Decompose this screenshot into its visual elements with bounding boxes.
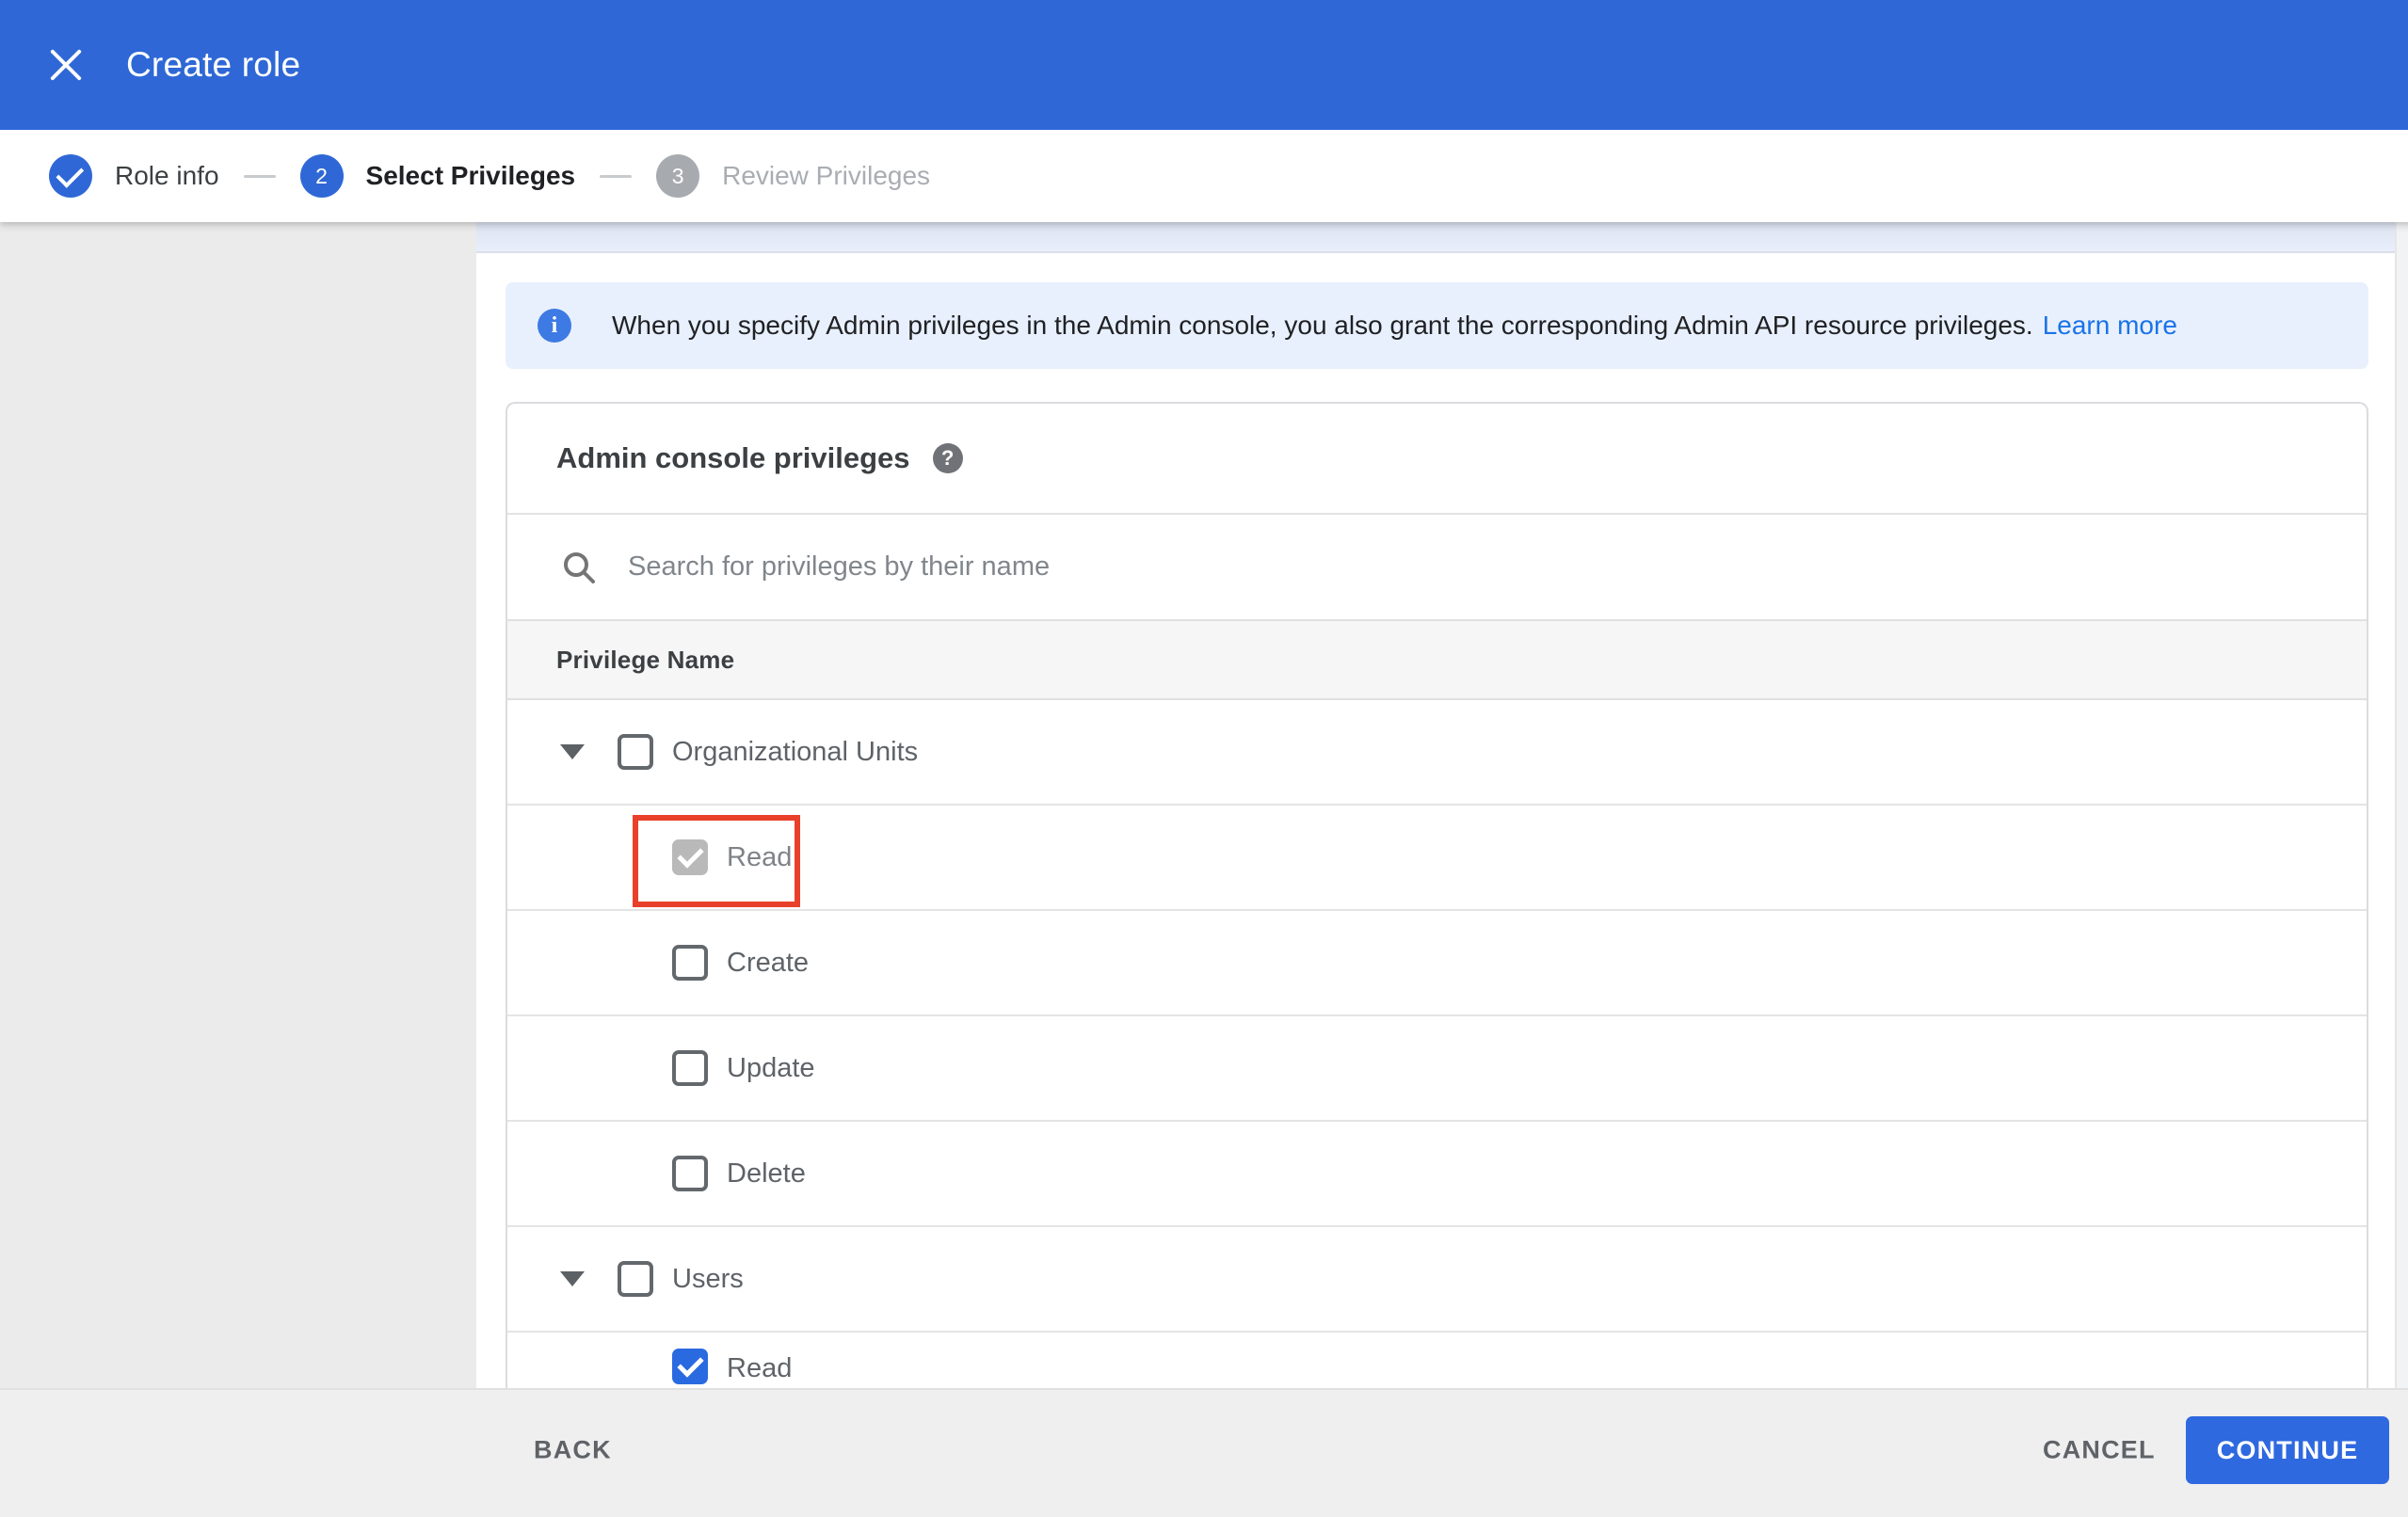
- card-title: Admin console privileges: [556, 441, 910, 474]
- step-role-info[interactable]: Role info: [49, 154, 219, 198]
- step-number-badge: 3: [656, 154, 700, 198]
- privileges-scroll-area: i When you specify Admin privileges in t…: [476, 222, 2408, 1388]
- step-select-privileges[interactable]: 2 Select Privileges: [299, 154, 576, 198]
- check-icon: [677, 841, 704, 869]
- info-banner-text: When you specify Admin privileges in the…: [612, 311, 2177, 340]
- step-review-privileges[interactable]: 3 Review Privileges: [656, 154, 930, 198]
- table-header-row: Privilege Name: [507, 619, 2367, 700]
- step-label: Role info: [115, 161, 219, 190]
- dialog-header: Create role: [0, 0, 2408, 130]
- checkbox-delete[interactable]: [672, 1156, 708, 1191]
- checkbox-update[interactable]: [672, 1050, 708, 1086]
- step-label: Review Privileges: [722, 161, 931, 190]
- step-number-badge: 2: [299, 154, 344, 198]
- step-label: Select Privileges: [365, 161, 576, 190]
- privilege-label: Delete: [727, 1158, 806, 1189]
- scrollbar-track[interactable]: [2395, 222, 2408, 1388]
- search-icon: [564, 551, 595, 583]
- learn-more-link[interactable]: Learn more: [2043, 311, 2177, 340]
- footer-bar: BACK CANCEL CONTINUE: [0, 1388, 2408, 1517]
- info-icon: i: [538, 309, 571, 343]
- privilege-label: Read: [727, 841, 793, 872]
- scrolled-content-sliver: [476, 222, 2408, 253]
- checkbox-read-checked[interactable]: [672, 839, 708, 875]
- table-row-delete: Delete: [507, 1122, 2367, 1227]
- checkbox-read-blue-checked[interactable]: [672, 1349, 708, 1384]
- stepper: Role info 2 Select Privileges 3 Review P…: [0, 130, 2408, 222]
- close-icon[interactable]: [47, 46, 85, 84]
- step-complete-check-icon: [49, 154, 92, 198]
- continue-button[interactable]: CONTINUE: [2186, 1416, 2389, 1484]
- privilege-label: Create: [727, 947, 810, 978]
- checkbox-users[interactable]: [618, 1261, 653, 1297]
- collapse-arrow-icon[interactable]: [560, 1271, 585, 1286]
- left-gutter-pane: [0, 222, 476, 1388]
- step-connector: [600, 174, 633, 178]
- help-icon[interactable]: ?: [932, 443, 963, 473]
- table-row-users: Users: [507, 1227, 2367, 1333]
- table-row-create: Create: [507, 911, 2367, 1016]
- card-title-row: Admin console privileges ?: [507, 404, 2367, 515]
- check-icon: [677, 1350, 704, 1378]
- privilege-search-input[interactable]: [626, 551, 2136, 583]
- dialog-title: Create role: [126, 45, 301, 84]
- admin-console-privileges-card: Admin console privileges ? Privilege Nam…: [506, 402, 2368, 1388]
- privilege-search-row: [507, 515, 2367, 619]
- collapse-arrow-icon[interactable]: [560, 744, 585, 759]
- column-header-privilege-name: Privilege Name: [556, 645, 735, 674]
- table-row-users-read: Read: [507, 1333, 2367, 1388]
- back-button[interactable]: BACK: [534, 1436, 612, 1465]
- info-banner: i When you specify Admin privileges in t…: [506, 282, 2368, 369]
- privilege-label: Update: [727, 1052, 815, 1083]
- step-connector: [243, 174, 276, 178]
- privilege-label: Read: [727, 1353, 793, 1383]
- privilege-label: Organizational Units: [672, 736, 919, 767]
- cancel-button[interactable]: CANCEL: [2043, 1436, 2156, 1465]
- table-row-update: Update: [507, 1016, 2367, 1122]
- checkbox-organizational-units[interactable]: [618, 734, 653, 770]
- table-row-organizational-units: Organizational Units: [507, 700, 2367, 806]
- privilege-label: Users: [672, 1263, 744, 1294]
- table-row-read: Read: [507, 806, 2367, 911]
- checkbox-create[interactable]: [672, 945, 708, 981]
